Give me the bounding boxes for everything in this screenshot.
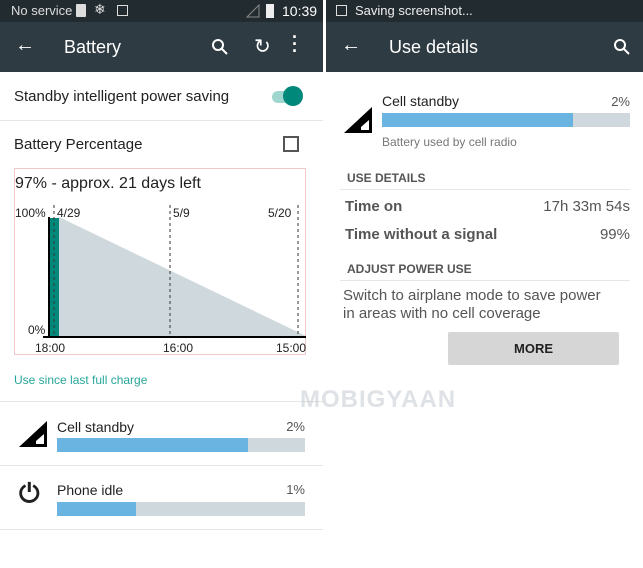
battery-percentage-checkbox[interactable] (283, 136, 299, 152)
item-value: 1% (286, 482, 305, 497)
divider (340, 280, 630, 281)
status-text: Saving screenshot... (355, 3, 473, 18)
section-heading-adjust: ADJUST POWER USE (347, 262, 472, 276)
signal-empty-icon (246, 4, 260, 18)
battery-screen: No service ❄ 10:39 ← Battery ↻ · · · Stand… (0, 0, 323, 568)
section-heading-use-details: USE DETAILS (347, 171, 426, 185)
cell-signal-icon (19, 421, 47, 447)
divider (340, 189, 630, 190)
standby-saving-label: Standby intelligent power saving (14, 88, 230, 105)
item-value: 2% (286, 419, 305, 434)
header-label: Cell standby (382, 93, 460, 109)
divider (0, 529, 323, 530)
page-title: Use details (389, 37, 479, 57)
back-arrow-icon[interactable]: ← (341, 34, 361, 57)
watermark-logo: MOBIGYAAN (300, 386, 457, 413)
battery-percentage-label: Battery Percentage (14, 136, 143, 153)
toolbar: ← Use details (326, 22, 643, 72)
more-vert-icon[interactable]: · · · (292, 28, 298, 60)
image-icon (117, 5, 128, 16)
cell-signal-icon (344, 107, 372, 133)
item-label: Phone idle (57, 482, 124, 498)
item-label: Cell standby (57, 419, 135, 435)
status-bar: Saving screenshot... (326, 0, 643, 22)
usage-bar (57, 502, 305, 516)
search-icon[interactable] (613, 38, 631, 56)
carrier-text: No service (11, 3, 73, 18)
header-subtitle: Battery used by cell radio (382, 135, 517, 149)
time-label: 16:00 (163, 341, 194, 355)
chart-plot (43, 205, 306, 338)
usage-bar (382, 113, 630, 127)
usage-bar-fill (382, 113, 573, 127)
detail-value: 17h 33m 54s (543, 198, 630, 215)
detail-value: 99% (599, 226, 630, 243)
list-item-cell-standby[interactable]: Cell standby 2% (0, 402, 323, 465)
detail-label: Time without a signal (345, 226, 498, 243)
snowflake-icon: ❄ (94, 1, 106, 17)
adjust-text: in areas with no cell coverage (343, 305, 541, 322)
adjust-text: Switch to airplane mode to save power (343, 287, 601, 304)
status-bar: No service ❄ 10:39 (0, 0, 323, 22)
clock: 10:39 (282, 3, 318, 19)
back-arrow-icon[interactable]: ← (15, 34, 35, 57)
detail-label: Time on (345, 198, 403, 215)
page-title: Battery (64, 37, 122, 57)
standby-saving-row[interactable]: Standby intelligent power saving (0, 72, 323, 120)
search-icon[interactable] (211, 38, 229, 56)
projection-area (59, 217, 306, 336)
use-since-label: Use since last full charge (14, 373, 148, 387)
battery-chart: 97% - approx. 21 days left 100% 0% 4/29 … (14, 168, 306, 355)
time-label: 18:00 (35, 341, 66, 355)
sim-alert-icon (76, 4, 86, 17)
usage-bar-fill (57, 502, 137, 516)
usage-bar (57, 438, 305, 452)
image-icon (336, 5, 347, 16)
list-item-phone-idle[interactable]: ⏻ Phone idle 1% (0, 466, 323, 529)
battery-percentage-row[interactable]: Battery Percentage (0, 121, 323, 168)
header-value: 2% (611, 94, 630, 109)
time-label: 15:00 (276, 341, 307, 355)
more-button[interactable]: MORE (448, 332, 619, 365)
power-icon: ⏻ (19, 478, 40, 508)
toolbar: ← Battery ↻ · · · (0, 22, 323, 72)
toggle-thumb (283, 86, 303, 106)
refresh-icon[interactable]: ↻ (254, 34, 271, 59)
usage-bar-fill (57, 438, 248, 452)
battery-icon (266, 4, 274, 18)
use-details-screen: Saving screenshot... ← Use details Cell … (326, 0, 643, 568)
